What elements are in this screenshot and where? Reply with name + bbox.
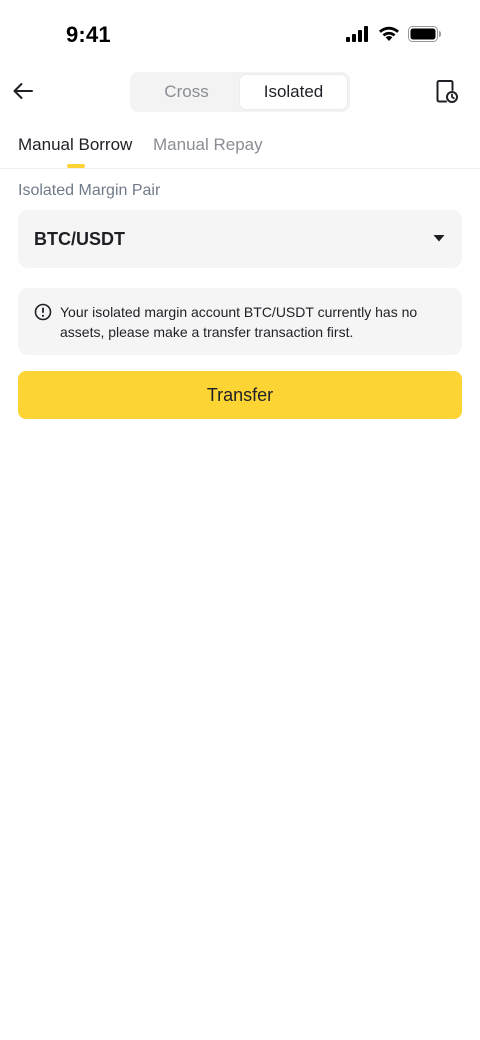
wifi-icon <box>378 26 400 47</box>
back-button[interactable] <box>8 78 38 108</box>
tab-isolated[interactable]: Isolated <box>240 75 347 109</box>
caret-down-icon <box>432 230 446 248</box>
history-button[interactable] <box>432 78 462 108</box>
selected-pair: BTC/USDT <box>34 228 125 249</box>
header: Cross Isolated <box>0 70 480 116</box>
no-assets-notice: Your isolated margin account BTC/USDT cu… <box>18 288 462 355</box>
active-tab-indicator <box>67 164 85 168</box>
arrow-left-icon <box>12 82 34 105</box>
document-clock-icon <box>435 78 459 109</box>
tab-cross[interactable]: Cross <box>133 75 240 109</box>
margin-mode-switch: Cross Isolated <box>130 72 350 112</box>
tab-manual-borrow[interactable]: Manual Borrow <box>18 135 132 155</box>
battery-icon <box>408 26 442 47</box>
cellular-signal-icon <box>346 26 370 47</box>
notice-text: Your isolated margin account BTC/USDT cu… <box>60 304 418 340</box>
status-icons <box>346 26 442 47</box>
tab-manual-repay[interactable]: Manual Repay <box>153 135 263 155</box>
margin-pair-select[interactable]: BTC/USDT <box>18 210 462 268</box>
info-circle-icon <box>34 303 52 326</box>
status-time: 9:41 <box>66 22 111 47</box>
borrow-repay-tabs: Manual Borrow Manual Repay <box>0 124 480 169</box>
transfer-button[interactable]: Transfer <box>18 371 462 419</box>
pair-field-label: Isolated Margin Pair <box>18 182 161 199</box>
status-bar: 9:41 <box>0 0 480 70</box>
